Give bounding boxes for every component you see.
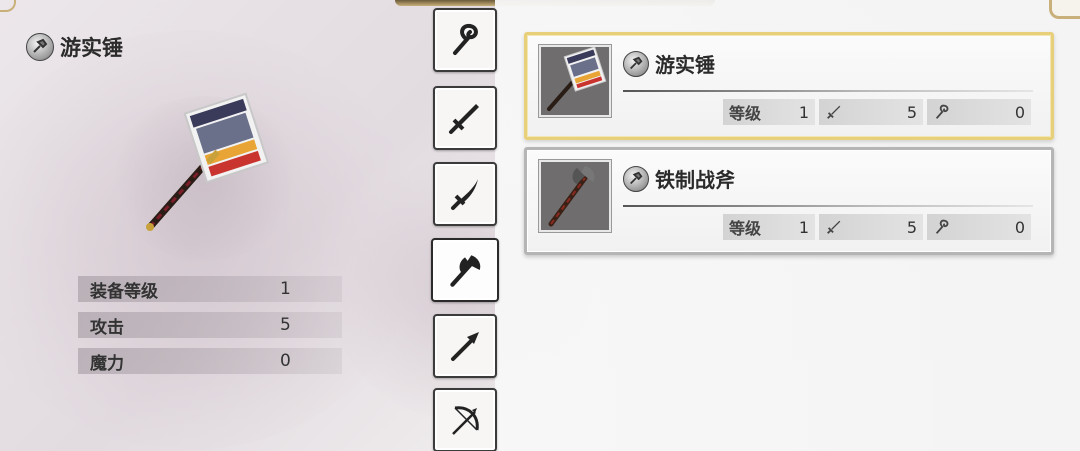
stat-row-attack: 攻击 5: [78, 312, 342, 338]
item-card[interactable]: 游实锤 等级 1 5 0: [524, 32, 1054, 140]
bow-icon: [452, 406, 479, 435]
magic-value: 0: [1014, 217, 1025, 237]
level-label: 等级: [729, 104, 762, 123]
selected-item-name: 游实锤: [60, 36, 123, 60]
stat-value: 1: [280, 279, 291, 299]
equipment-screen: 游实锤 装备等级 1 攻击 5 魔力 0 游实锤 等级 1 5 0 铁制战斧 等…: [0, 0, 1080, 451]
level-value: 1: [798, 217, 809, 237]
tab-curved-blade[interactable]: [433, 162, 497, 226]
divider: [623, 90, 1033, 92]
item-title: 铁制战斧: [623, 164, 735, 193]
sword-icon: [827, 220, 841, 234]
axe-icon: [450, 255, 481, 287]
item-thumbnail: [538, 44, 612, 118]
stat-value: 0: [280, 351, 291, 371]
selected-weapon-image: [146, 92, 270, 231]
tab-bow[interactable]: [433, 388, 497, 451]
frame-corner: [1049, 0, 1080, 19]
stat-label: 攻击: [90, 317, 124, 338]
stat-row-equip-level: 装备等级 1: [78, 276, 342, 302]
selected-item-header: 游实锤: [26, 32, 123, 62]
hammer-badge-icon: [623, 50, 649, 77]
staff-icon: [935, 104, 949, 119]
attack-stat: 5: [819, 99, 923, 125]
staff-icon: [453, 23, 478, 55]
attack-value: 5: [906, 102, 917, 122]
item-name: 铁制战斧: [655, 168, 735, 192]
level-label: 等级: [729, 219, 762, 238]
attack-stat: 5: [819, 214, 923, 240]
item-name: 游实锤: [655, 53, 715, 77]
item-title: 游实锤: [623, 49, 715, 78]
axe-badge-icon: [623, 165, 649, 192]
item-stats: 等级 1 5 0: [723, 214, 1031, 240]
magic-value: 0: [1014, 102, 1025, 122]
item-stats: 等级 1 5 0: [723, 99, 1031, 125]
stat-row-magic: 魔力 0: [78, 348, 342, 374]
sword-icon: [827, 105, 841, 119]
tab-sword[interactable]: [433, 86, 497, 150]
level-value: 1: [798, 102, 809, 122]
magic-stat: 0: [927, 214, 1031, 240]
stat-label: 魔力: [90, 353, 124, 374]
sword-icon: [449, 104, 479, 134]
stat-value: 5: [280, 315, 291, 335]
axe-weapon-icon: [548, 166, 595, 227]
hammer-badge-icon: [26, 33, 54, 61]
curved-blade-icon: [451, 179, 478, 210]
attack-value: 5: [906, 217, 917, 237]
stat-label: 装备等级: [90, 281, 158, 302]
item-thumbnail: [538, 159, 612, 233]
staff-icon: [935, 219, 949, 234]
level-stat: 等级 1: [723, 99, 815, 125]
divider: [623, 205, 1033, 207]
spear-icon: [451, 332, 479, 361]
tab-axe[interactable]: [431, 238, 499, 302]
hammer-weapon-icon: [547, 46, 607, 111]
level-stat: 等级 1: [723, 214, 815, 240]
item-card[interactable]: 铁制战斧 等级 1 5 0: [524, 147, 1054, 255]
frame-corner: [0, 0, 16, 12]
tab-staff[interactable]: [433, 8, 497, 72]
magic-stat: 0: [927, 99, 1031, 125]
tab-spear[interactable]: [433, 314, 497, 378]
